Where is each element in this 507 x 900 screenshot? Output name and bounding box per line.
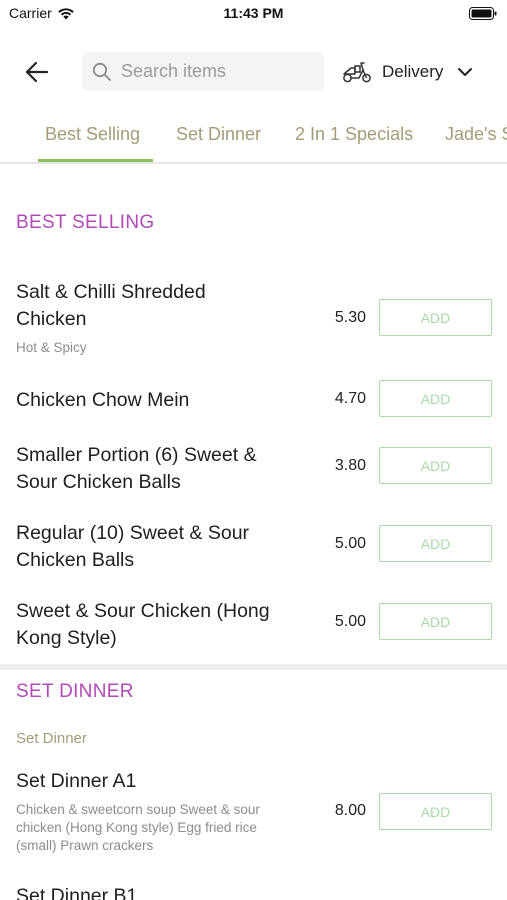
item-description-line: chicken (Hong Kong style) Egg fried rice	[16, 820, 257, 835]
item-name-line: Smaller Portion (6) Sweet &	[16, 444, 257, 466]
add-button[interactable]: ADD	[379, 525, 492, 562]
add-button[interactable]: ADD	[379, 299, 492, 336]
menu-item-name[interactable]: Smaller Portion (6) Sweet & Sour Chicken…	[16, 442, 316, 496]
status-bar: Carrier 11:43 PM	[0, 0, 507, 30]
item-price: 5.00	[334, 613, 366, 630]
section-title-best-selling: BEST SELLING	[16, 212, 155, 233]
search-icon	[92, 62, 111, 81]
add-button[interactable]: ADD	[379, 793, 492, 830]
search-box[interactable]	[82, 52, 324, 91]
subsection-heading: Set Dinner	[16, 730, 87, 747]
header: Delivery	[0, 50, 507, 94]
item-description-line: Chicken & sweetcorn soup Sweet & sour	[16, 802, 260, 817]
menu-item-name[interactable]: Set Dinner A1	[16, 768, 316, 795]
status-time: 11:43 PM	[223, 5, 284, 21]
active-tab-indicator	[38, 159, 153, 162]
item-price: 5.30	[334, 309, 366, 326]
item-name-line: Chicken Chow Mein	[16, 389, 190, 411]
chevron-down-icon	[458, 68, 473, 76]
item-price: 4.70	[334, 390, 366, 407]
menu-item-name[interactable]: Set Dinner B1	[16, 883, 316, 900]
item-description: Chicken & sweetcorn soup Sweet & sour ch…	[16, 801, 316, 855]
tab-2-in-1-specials[interactable]: 2 In 1 Specials	[295, 124, 413, 145]
item-price: 5.00	[334, 535, 366, 552]
item-price: 3.80	[334, 457, 366, 474]
menu-item-name[interactable]: Regular (10) Sweet & Sour Chicken Balls	[16, 520, 316, 574]
delivery-selector[interactable]: Delivery	[342, 56, 473, 88]
item-name-line: Set Dinner A1	[16, 770, 137, 792]
back-arrow-icon	[25, 61, 49, 83]
tab-best-selling[interactable]: Best Selling	[45, 124, 140, 145]
menu-item-name[interactable]: Sweet & Sour Chicken (Hong Kong Style)	[16, 598, 316, 652]
section-divider	[0, 664, 507, 670]
delivery-label: Delivery	[382, 62, 444, 81]
item-name-line: Sour Chicken Balls	[16, 471, 181, 493]
search-input[interactable]	[121, 61, 311, 82]
category-tabs: Best Selling Set Dinner 2 In 1 Specials …	[0, 112, 507, 164]
item-name-line: Set Dinner B1	[16, 885, 138, 900]
add-button[interactable]: ADD	[379, 380, 492, 417]
item-subtitle: Hot & Spicy	[16, 340, 87, 355]
menu-item-name[interactable]: Chicken Chow Mein	[16, 387, 316, 414]
item-price: 8.00	[334, 802, 366, 819]
menu-item-name[interactable]: Salt & Chilli Shredded Chicken	[16, 279, 316, 333]
item-name-line: Chicken	[16, 308, 87, 330]
scooter-icon	[343, 62, 371, 83]
item-description-line: (small) Prawn crackers	[16, 838, 154, 853]
add-button[interactable]: ADD	[379, 603, 492, 640]
tab-set-dinner[interactable]: Set Dinner	[176, 124, 261, 145]
item-name-line: Kong Style)	[16, 627, 117, 649]
item-name-line: Regular (10) Sweet & Sour	[16, 522, 250, 544]
item-name-line: Chicken Balls	[16, 549, 135, 571]
add-button[interactable]: ADD	[379, 447, 492, 484]
tab-jades-specials[interactable]: Jade's S	[445, 124, 507, 145]
item-name-line: Salt & Chilli Shredded	[16, 281, 206, 303]
section-title-set-dinner: SET DINNER	[16, 681, 134, 702]
item-name-line: Sweet & Sour Chicken (Hong	[16, 600, 270, 622]
back-button[interactable]	[22, 58, 52, 86]
battery-icon	[469, 7, 497, 20]
